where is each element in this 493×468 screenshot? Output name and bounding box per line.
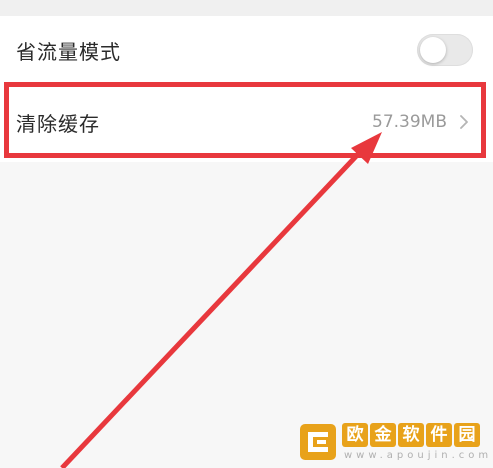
data-saver-row: 省流量模式 bbox=[0, 16, 493, 84]
toggle-knob bbox=[420, 37, 446, 63]
watermark-char: 园 bbox=[454, 423, 480, 447]
watermark-char: 软 bbox=[398, 423, 424, 447]
data-saver-toggle[interactable] bbox=[417, 34, 473, 66]
top-strip bbox=[0, 0, 493, 16]
watermark-char: 件 bbox=[426, 423, 452, 447]
watermark-char: 欧 bbox=[342, 423, 368, 447]
watermark-logo-icon bbox=[300, 424, 336, 460]
data-saver-label: 省流量模式 bbox=[16, 39, 121, 64]
chevron-right-icon bbox=[460, 115, 468, 129]
watermark-url: www.apoujin.com bbox=[344, 450, 493, 461]
watermark-char: 金 bbox=[370, 423, 396, 447]
watermark-name: 欧 金 软 件 园 bbox=[342, 423, 492, 447]
cache-size-value: 57.39MB bbox=[372, 112, 447, 132]
clear-cache-label: 清除缓存 bbox=[16, 111, 100, 136]
watermark: 欧 金 软 件 园 www.apoujin.com bbox=[300, 420, 488, 464]
clear-cache-row[interactable]: 清除缓存 57.39MB bbox=[0, 84, 493, 160]
